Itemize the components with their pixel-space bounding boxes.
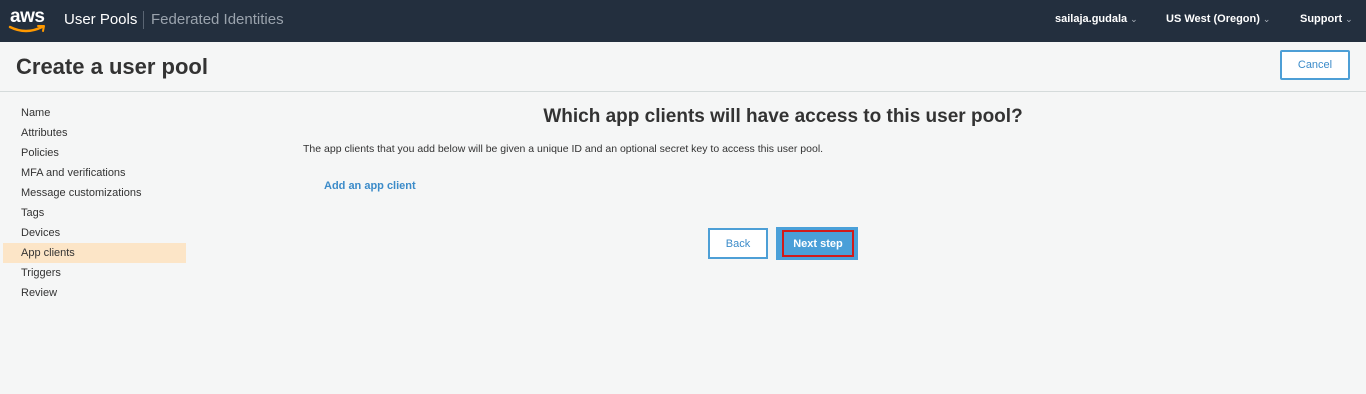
region-name: US West (Oregon) [1166,13,1260,25]
sidebar-item-policies[interactable]: Policies [3,143,186,163]
next-step-button[interactable]: Next step [782,230,854,257]
aws-logo[interactable]: aws [8,6,50,36]
top-navigation-bar: aws User Pools Federated Identities sail… [0,0,1366,42]
section-description: The app clients that you add below will … [303,143,824,155]
sidebar-item-message-customizations[interactable]: Message customizations [3,183,186,203]
chevron-down-icon: ⌄ [1130,14,1138,24]
section-heading: Which app clients will have access to th… [543,106,1023,127]
sidebar-item-tags[interactable]: Tags [3,203,186,223]
cancel-button[interactable]: Cancel [1280,50,1350,80]
support-label: Support [1300,13,1343,25]
page-header: Create a user pool Cancel [0,42,1366,92]
sidebar-item-mfa-and-verifications[interactable]: MFA and verifications [3,163,186,183]
nav-divider [143,11,144,29]
aws-smile-icon [8,25,45,33]
add-app-client-link[interactable]: Add an app client [324,180,416,192]
sidebar-item-name[interactable]: Name [3,103,186,123]
back-button[interactable]: Back [708,228,768,259]
support-menu[interactable]: Support ⌄ [1300,13,1353,25]
sidebar-item-review[interactable]: Review [3,283,186,303]
wizard-steps-sidebar: Name Attributes Policies MFA and verific… [0,103,186,303]
nav-federated-identities[interactable]: Federated Identities [151,11,284,28]
sidebar-item-app-clients[interactable]: App clients [3,243,186,263]
account-name: sailaja.gudala [1055,13,1128,25]
region-menu[interactable]: US West (Oregon) ⌄ [1166,13,1270,25]
chevron-down-icon: ⌄ [1262,14,1271,24]
account-menu[interactable]: sailaja.gudala ⌄ [1055,13,1138,25]
sidebar-item-attributes[interactable]: Attributes [3,123,186,143]
chevron-down-icon: ⌄ [1345,14,1353,24]
next-step-button-frame: Next step [776,227,858,260]
nav-user-pools[interactable]: User Pools [64,11,137,28]
sidebar-item-devices[interactable]: Devices [3,223,186,243]
sidebar-item-triggers[interactable]: Triggers [3,263,186,283]
page-title: Create a user pool [16,54,208,79]
